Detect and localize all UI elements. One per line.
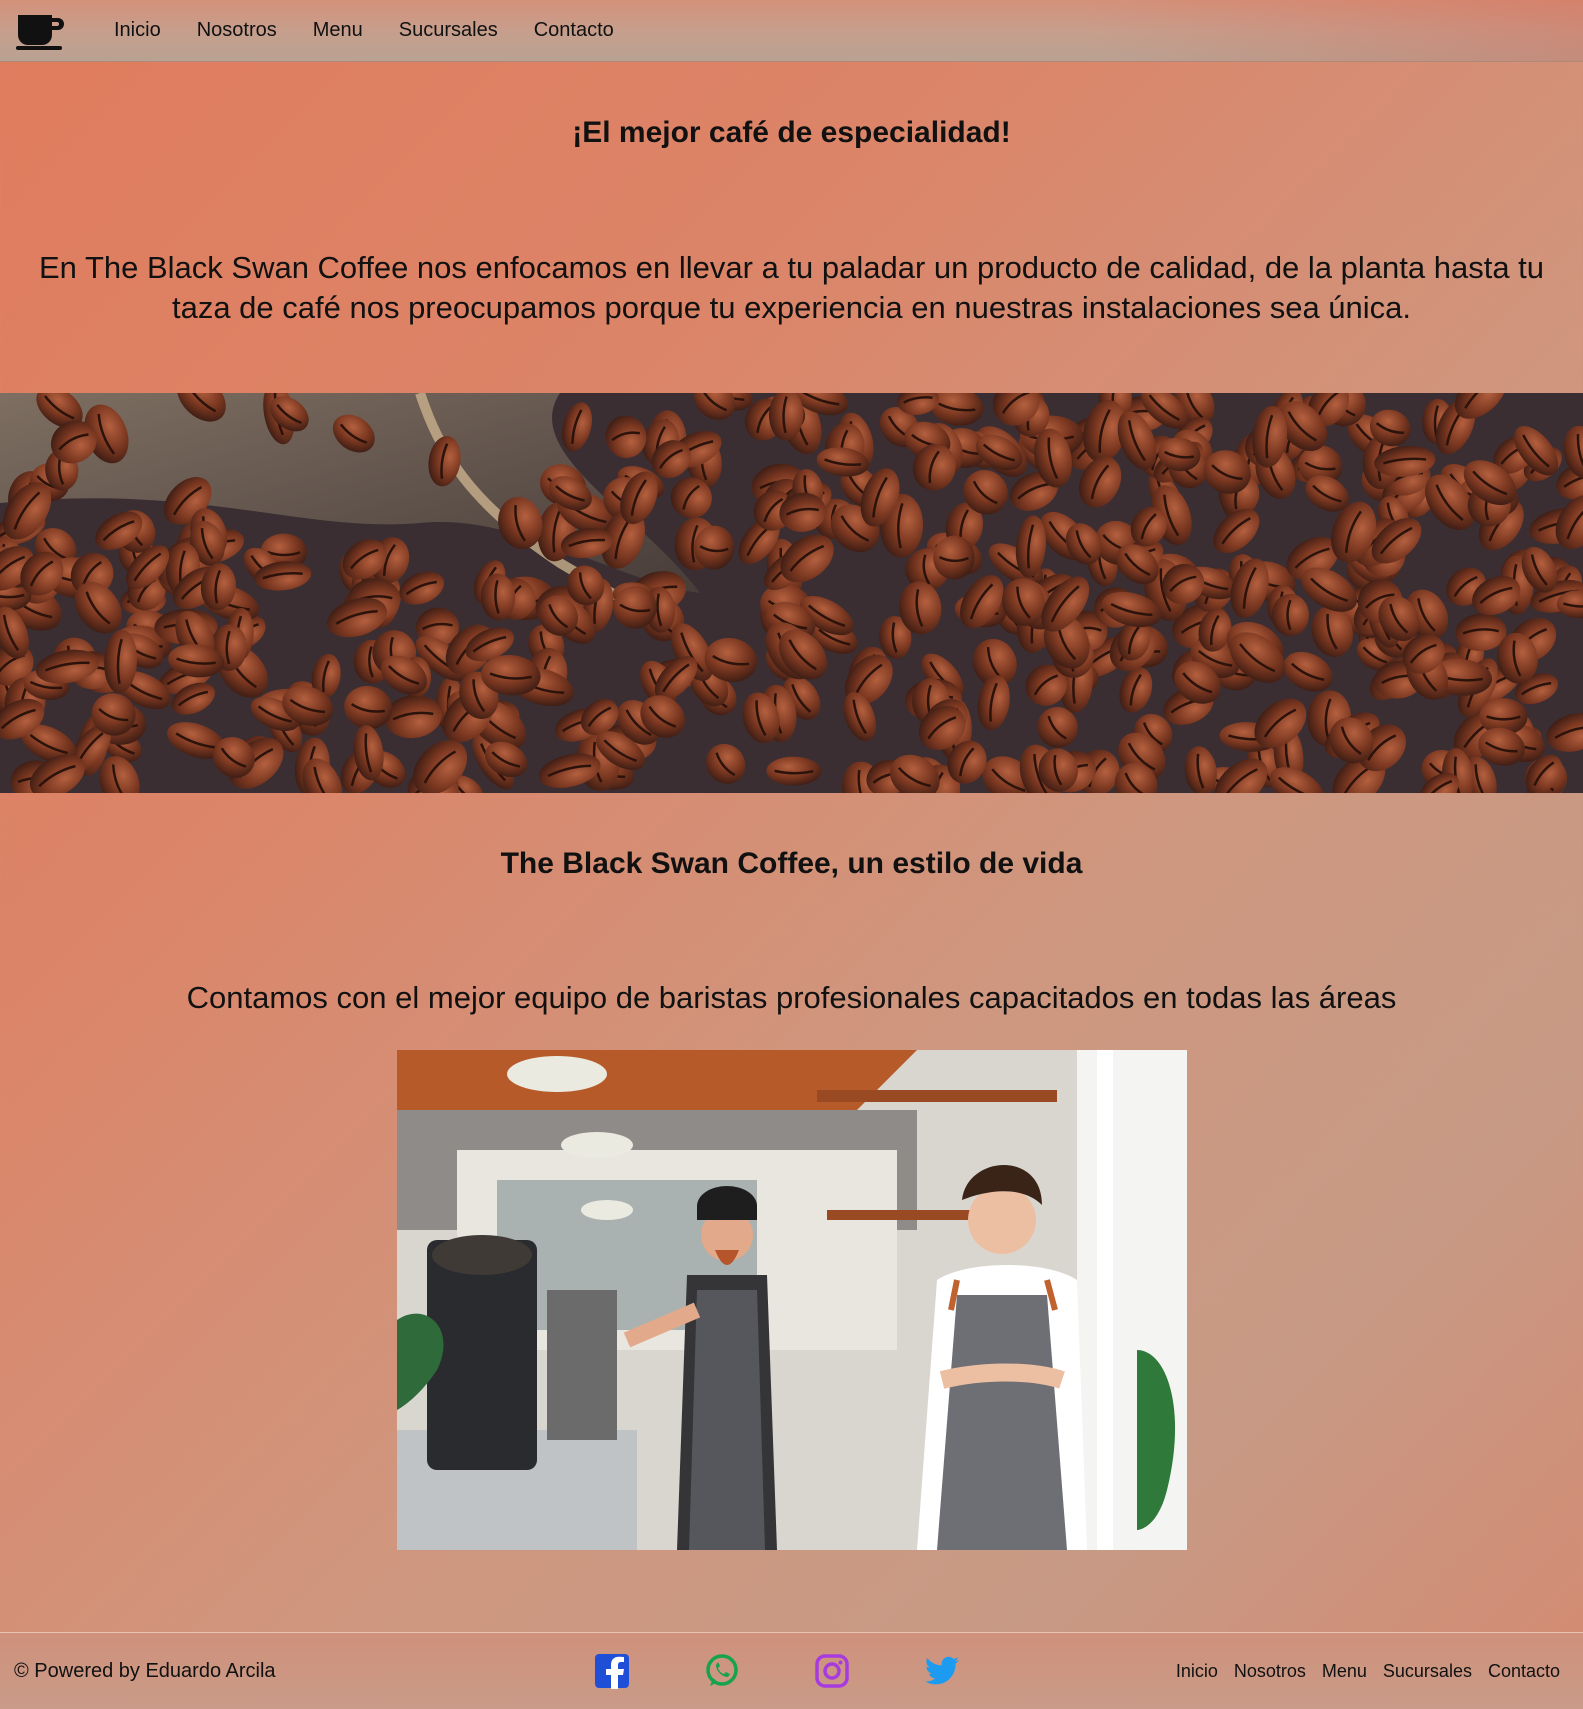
coffee-beans-image xyxy=(0,393,1583,793)
footer-link-sucursales[interactable]: Sucursales xyxy=(1383,1661,1472,1682)
whatsapp-icon[interactable] xyxy=(704,1653,740,1689)
lifestyle-title: The Black Swan Coffee, un estilo de vida xyxy=(500,847,1083,880)
footer-link-contacto[interactable]: Contacto xyxy=(1488,1661,1560,1682)
footer-link-inicio[interactable]: Inicio xyxy=(1176,1661,1218,1682)
nav-link-contacto[interactable]: Contacto xyxy=(534,19,614,42)
nav-link-sucursales[interactable]: Sucursales xyxy=(399,19,498,42)
footer-link-nosotros[interactable]: Nosotros xyxy=(1234,1661,1306,1682)
intro-paragraph: En The Black Swan Coffee nos enfocamos e… xyxy=(38,250,1545,325)
copyright-text: © Powered by Eduardo Arcila xyxy=(14,1659,276,1682)
nav-link-nosotros[interactable]: Nosotros xyxy=(197,19,277,42)
footer-nav: Inicio Nosotros Menu Sucursales Contacto xyxy=(1160,1661,1560,1682)
facebook-icon[interactable] xyxy=(594,1653,630,1689)
nav-link-menu[interactable]: Menu xyxy=(313,19,363,42)
social-links xyxy=(594,1653,1034,1689)
footer-link-menu[interactable]: Menu xyxy=(1322,1661,1367,1682)
team-description: Contamos con el mejor equipo de baristas… xyxy=(186,980,1397,1015)
coffee-cup-icon[interactable] xyxy=(14,11,66,51)
page-footer: © Powered by Eduardo Arcila Inicio Nosot… xyxy=(0,1632,1583,1709)
baristas-photo xyxy=(396,1050,1187,1550)
hero-title: ¡El mejor café de especialidad! xyxy=(572,116,1011,149)
twitter-icon[interactable] xyxy=(924,1653,960,1689)
nav-link-inicio[interactable]: Inicio xyxy=(114,19,161,42)
instagram-icon[interactable] xyxy=(814,1653,850,1689)
top-navbar: Inicio Nosotros Menu Sucursales Contacto xyxy=(0,0,1583,62)
